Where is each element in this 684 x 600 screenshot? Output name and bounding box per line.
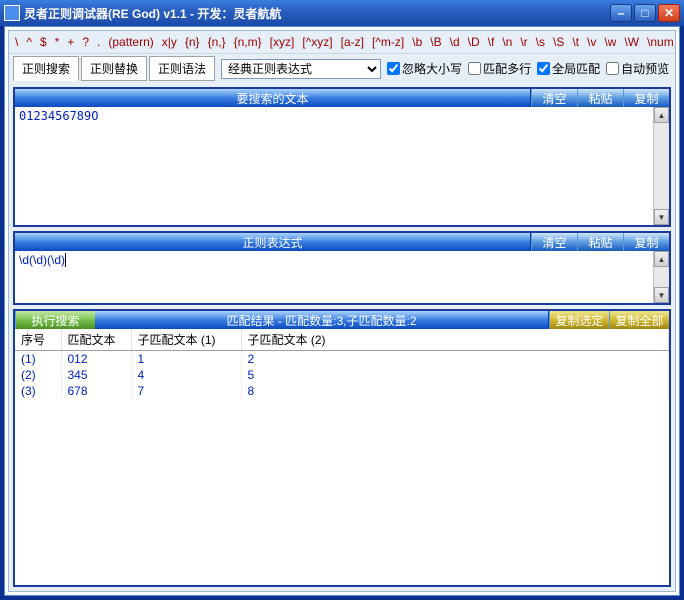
regex-token[interactable]: \t bbox=[572, 35, 579, 49]
option-ignorecase[interactable]: 忽略大小写 bbox=[387, 60, 462, 77]
regex-token-bar: \ ^ $ * +?. (pattern) x|y {n} {n,} {n,m} [xyz] [^xy… bbox=[9, 31, 675, 53]
title-bar[interactable]: 灵者正则调试器(RE God) v1.1 - 开发：灵者航航 – □ ✕ bbox=[0, 0, 684, 26]
minimize-button[interactable]: – bbox=[610, 4, 632, 22]
regex-token[interactable]: \s bbox=[536, 35, 545, 49]
app-icon bbox=[4, 5, 20, 21]
table-row[interactable]: (2)34545 bbox=[15, 367, 669, 383]
col-index[interactable]: 序号 bbox=[15, 329, 61, 351]
table-row[interactable]: (1)01212 bbox=[15, 351, 669, 368]
window-title: 灵者正则调试器(RE God) v1.1 - 开发：灵者航航 bbox=[24, 5, 608, 22]
search-text-input[interactable]: 0123456789O bbox=[15, 107, 669, 225]
option-global[interactable]: 全局匹配 bbox=[537, 60, 600, 77]
regex-token[interactable]: $ bbox=[40, 35, 47, 49]
regex-token[interactable]: ^ bbox=[26, 35, 32, 49]
regex-token[interactable]: [^xyz] bbox=[302, 35, 332, 49]
scrollbar[interactable]: ▲▼ bbox=[653, 251, 669, 303]
scroll-up-icon[interactable]: ▲ bbox=[654, 251, 669, 267]
regex-token[interactable]: \v bbox=[587, 35, 596, 49]
col-match[interactable]: 匹配文本 bbox=[61, 329, 131, 351]
regex-token[interactable]: (pattern) bbox=[108, 35, 153, 49]
tab-replace[interactable]: 正则替换 bbox=[81, 56, 147, 81]
search-text-paste-button[interactable]: 粘贴 bbox=[577, 89, 623, 107]
search-text-panel: 要搜索的文本 清空 粘贴 复制 0123456789O ▲▼ bbox=[13, 87, 671, 227]
option-autopreview[interactable]: 自动预览 bbox=[606, 60, 669, 77]
regex-token[interactable]: \S bbox=[553, 35, 564, 49]
regex-title: 正则表达式 bbox=[15, 233, 531, 251]
scroll-down-icon[interactable]: ▼ bbox=[654, 287, 669, 303]
regex-token[interactable]: ? bbox=[82, 35, 89, 49]
execute-search-button[interactable]: 执行搜索 bbox=[15, 311, 95, 329]
scrollbar[interactable]: ▲▼ bbox=[653, 107, 669, 225]
col-sub1[interactable]: 子匹配文本 (1) bbox=[131, 329, 241, 351]
search-text-clear-button[interactable]: 清空 bbox=[531, 89, 577, 107]
col-sub2[interactable]: 子匹配文本 (2) bbox=[241, 329, 669, 351]
regex-token[interactable]: \b bbox=[412, 35, 422, 49]
regex-token[interactable]: [a-z] bbox=[341, 35, 364, 49]
regex-token[interactable]: \n bbox=[502, 35, 512, 49]
regex-token[interactable]: {n,} bbox=[208, 35, 226, 49]
option-multiline[interactable]: 匹配多行 bbox=[468, 60, 531, 77]
regex-token[interactable]: \r bbox=[520, 35, 527, 49]
regex-token[interactable]: {n} bbox=[185, 35, 200, 49]
regex-copy-button[interactable]: 复制 bbox=[623, 233, 669, 251]
regex-token[interactable]: {n,m} bbox=[234, 35, 262, 49]
regex-panel: 正则表达式 清空 粘贴 复制 \d(\d)(\d) ▲▼ bbox=[13, 231, 671, 305]
regex-clear-button[interactable]: 清空 bbox=[531, 233, 577, 251]
regex-token[interactable]: \B bbox=[430, 35, 441, 49]
regex-token[interactable]: . bbox=[97, 35, 100, 49]
regex-token[interactable]: \num bbox=[647, 35, 674, 49]
scroll-up-icon[interactable]: ▲ bbox=[654, 107, 669, 123]
tab-search[interactable]: 正则搜索 bbox=[13, 56, 79, 81]
close-button[interactable]: ✕ bbox=[658, 4, 680, 22]
results-summary: 匹配结果 - 匹配数量:3,子匹配数量:2 bbox=[95, 311, 549, 329]
copy-all-button[interactable]: 复制全部 bbox=[609, 311, 669, 329]
regex-token[interactable]: \W bbox=[624, 35, 639, 49]
regex-paste-button[interactable]: 粘贴 bbox=[577, 233, 623, 251]
tab-syntax[interactable]: 正则语法 bbox=[149, 56, 215, 81]
regex-token[interactable]: \f bbox=[488, 35, 495, 49]
regex-token[interactable]: [xyz] bbox=[270, 35, 295, 49]
search-text-copy-button[interactable]: 复制 bbox=[623, 89, 669, 107]
search-text-title: 要搜索的文本 bbox=[15, 89, 531, 107]
regex-input[interactable]: \d(\d)(\d) bbox=[15, 251, 669, 303]
regex-preset-combo[interactable]: 经典正则表达式 bbox=[221, 59, 381, 79]
regex-token[interactable]: \D bbox=[468, 35, 480, 49]
results-panel: 执行搜索 匹配结果 - 匹配数量:3,子匹配数量:2 复制选定 复制全部 序号 … bbox=[13, 309, 671, 587]
scroll-down-icon[interactable]: ▼ bbox=[654, 209, 669, 225]
regex-token[interactable]: [^m-z] bbox=[372, 35, 404, 49]
copy-selected-button[interactable]: 复制选定 bbox=[549, 311, 609, 329]
regex-token[interactable]: + bbox=[67, 35, 74, 49]
regex-token[interactable]: \w bbox=[604, 35, 616, 49]
table-row[interactable]: (3)67878 bbox=[15, 383, 669, 399]
maximize-button[interactable]: □ bbox=[634, 4, 656, 22]
regex-token[interactable]: \ bbox=[15, 35, 18, 49]
regex-token[interactable]: x|y bbox=[162, 35, 177, 49]
client-area: \ ^ $ * +?. (pattern) x|y {n} {n,} {n,m} [xyz] [^xy… bbox=[4, 26, 680, 596]
results-table[interactable]: 序号 匹配文本 子匹配文本 (1) 子匹配文本 (2) (1)01212(2)3… bbox=[15, 329, 669, 585]
toolbar-row: 正则搜索 正则替换 正则语法 经典正则表达式 忽略大小写 匹配多行 全局匹配 自… bbox=[9, 53, 675, 83]
regex-token[interactable]: * bbox=[55, 35, 60, 49]
regex-token[interactable]: \d bbox=[450, 35, 460, 49]
